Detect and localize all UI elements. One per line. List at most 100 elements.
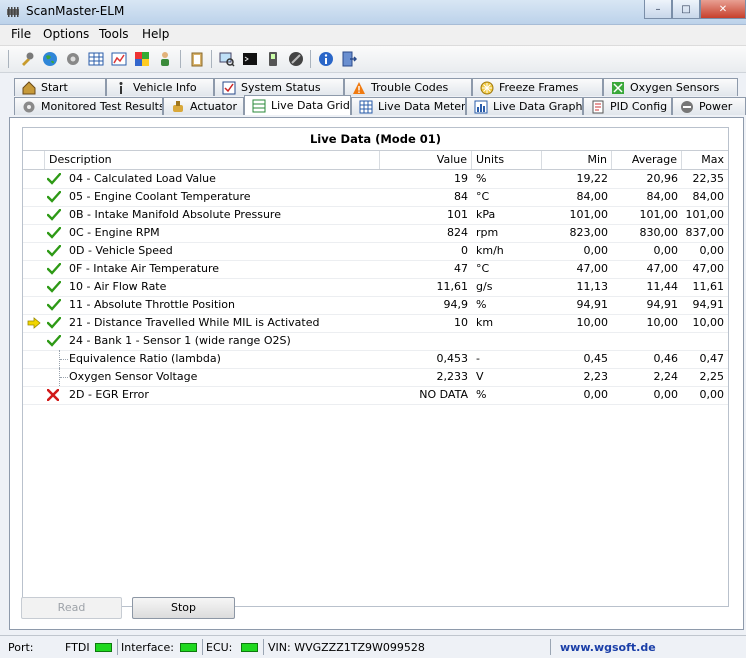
grid-icon[interactable] [86, 49, 106, 69]
grid-header: Description Value Units Min Average Max [23, 151, 728, 170]
tab-start[interactable]: Start [14, 78, 106, 96]
row-value [380, 332, 468, 350]
clipboard-icon[interactable] [187, 49, 207, 69]
tab-system-status[interactable]: System Status [214, 78, 344, 96]
row-description: 0F - Intake Air Temperature [69, 262, 220, 275]
tab-live-data-grid[interactable]: Live Data Grid [244, 95, 351, 115]
info-icon[interactable] [316, 49, 336, 69]
supported-check-icon [47, 227, 61, 239]
header-max[interactable]: Max [682, 151, 728, 169]
tab-power[interactable]: Power [672, 97, 746, 115]
row-average: 0,46 [653, 352, 679, 365]
row-average: 84,00 [646, 190, 679, 203]
header-indicator [23, 151, 45, 169]
row-units: % [476, 298, 487, 311]
tab-actuator[interactable]: Actuator [163, 97, 244, 115]
table-row[interactable]: 11 - Absolute Throttle Position 94,9% 94,9… [23, 296, 728, 315]
tab-live-data-graph[interactable]: Live Data Graph [466, 97, 583, 115]
live-data-panel: Live Data (Mode 01) Description Value Un… [9, 117, 744, 630]
table-row[interactable]: Equivalence Ratio (lambda) 0,453- 0,45 0,46… [23, 350, 728, 369]
row-value: 0,453 [436, 352, 469, 365]
table-row[interactable]: 10 - Air Flow Rate 11,61 g/s 11,13 11,44 11,6… [23, 278, 728, 297]
row-value: 47 [454, 262, 468, 275]
connect-icon[interactable] [17, 49, 37, 69]
monitor-search-icon[interactable] [217, 49, 237, 69]
website-link[interactable]: www.wgsoft.de [560, 639, 656, 656]
supported-check-icon [47, 281, 61, 293]
app-icon [7, 7, 19, 17]
table-row[interactable]: 2D - EGR Error NO DATA% 0,00 0,00 0,00 [23, 386, 728, 405]
row-average: 101,00 [639, 208, 679, 221]
actuator-icon [170, 100, 186, 114]
error-cross-icon [47, 389, 59, 401]
row-max: 101,00 [685, 208, 725, 221]
header-description[interactable]: Description [45, 151, 380, 169]
menu-tools[interactable]: Tools [99, 27, 129, 41]
table-row[interactable]: 0B - Intake Manifold Absolute Pressure 10… [23, 206, 728, 225]
supported-check-icon [47, 317, 61, 329]
tab-freeze-frames[interactable]: Freeze Frames [472, 78, 603, 96]
row-value: 94,9 [443, 298, 469, 311]
supported-check-icon [47, 209, 61, 221]
globe-icon[interactable] [40, 49, 60, 69]
tab-trouble-codes[interactable]: Trouble Codes [344, 78, 472, 96]
maximize-button[interactable]: □ [672, 0, 700, 19]
row-value: 84 [454, 190, 468, 203]
row-units: km/h [476, 244, 504, 257]
table-row[interactable]: 04 - Calculated Load Value 19% 19,22 20,96 2… [23, 170, 728, 189]
exit-icon[interactable] [339, 49, 359, 69]
tab-monitored-test-results[interactable]: Monitored Test Results [14, 97, 163, 115]
header-units[interactable]: Units [472, 151, 542, 169]
stop-button[interactable]: Stop [132, 597, 235, 619]
colors-icon[interactable] [132, 49, 152, 69]
row-min: 0,45 [583, 352, 609, 365]
terminal-icon[interactable] [240, 49, 260, 69]
tab-label: Monitored Test Results [41, 100, 163, 113]
table-row[interactable]: 0D - Vehicle Speed 0 km/h 0,00 0,00 0,00 [23, 242, 728, 261]
tab-vehicle-info[interactable]: Vehicle Info [106, 78, 214, 96]
minimize-button[interactable]: – [644, 0, 672, 19]
row-min: 0,00 [583, 388, 609, 401]
supported-check-icon [47, 173, 61, 185]
close-button[interactable]: ✕ [700, 0, 746, 19]
header-average[interactable]: Average [612, 151, 682, 169]
row-units: % [476, 388, 487, 401]
tab-live-data-meter[interactable]: Live Data Meter [351, 97, 466, 115]
device-icon[interactable] [263, 49, 283, 69]
row-value: 0 [461, 244, 468, 257]
person-icon[interactable] [155, 49, 175, 69]
row-description: 05 - Engine Coolant Temperature [69, 190, 251, 203]
row-min [542, 332, 608, 350]
tab-oxygen-sensors[interactable]: Oxygen Sensors [603, 78, 738, 96]
tab-label: Live Data Grid [271, 99, 350, 112]
tab-pid-config[interactable]: PID Config [583, 97, 672, 115]
table-row[interactable]: 0C - Engine RPM 824 rpm 823,00 830,00 837,00 [23, 224, 728, 243]
status-bar: Port: FTDI Interface: ECU: VIN: WVGZZZ1T… [0, 635, 746, 658]
row-max: 0,47 [699, 352, 725, 365]
header-value[interactable]: Value [380, 151, 472, 169]
table-row[interactable]: 0F - Intake Air Temperature 47 °C 47,00 47,0… [23, 260, 728, 279]
graph-icon[interactable] [109, 49, 129, 69]
tab-label: Power [699, 100, 733, 113]
menu-file[interactable]: File [11, 27, 31, 41]
row-description: 24 - Bank 1 - Sensor 1 (wide range O2S) [69, 334, 291, 347]
table-row[interactable]: 24 - Bank 1 - Sensor 1 (wide range O2S) [23, 332, 728, 351]
row-description: Equivalence Ratio (lambda) [69, 352, 221, 365]
settings-icon[interactable] [63, 49, 83, 69]
menu-options[interactable]: Options [43, 27, 89, 41]
table-row[interactable]: Oxygen Sensor Voltage 2,233 V 2,23 2,24 2,25 [23, 368, 728, 387]
read-button[interactable]: Read [21, 597, 122, 619]
home-icon [21, 80, 37, 95]
table-row[interactable]: 21 - Distance Travelled While MIL is Act… [23, 314, 728, 333]
header-min[interactable]: Min [542, 151, 612, 169]
warning-icon [351, 81, 367, 95]
ecu-status-led [241, 643, 258, 652]
toolbar [0, 46, 746, 73]
row-average: 94,91 [646, 298, 679, 311]
stop-icon[interactable] [286, 49, 306, 69]
table-row[interactable]: 05 - Engine Coolant Temperature 84 °C 84,00… [23, 188, 728, 207]
tab-label: Live Data Graph [493, 100, 583, 113]
menu-help[interactable]: Help [142, 27, 169, 41]
current-row-arrow-icon [27, 317, 41, 329]
tab-strip: Start Vehicle Info System Status Trouble… [0, 73, 746, 117]
